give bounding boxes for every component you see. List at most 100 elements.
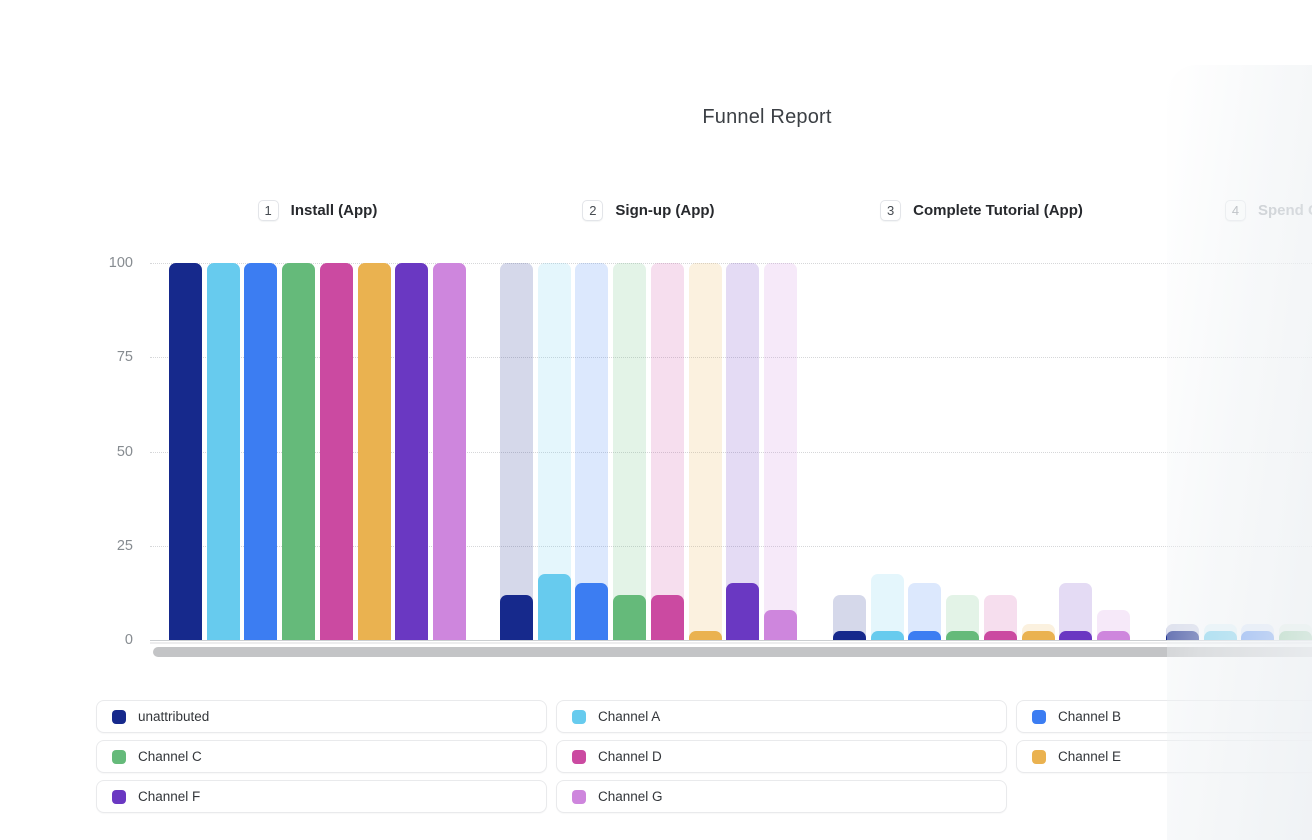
- bar-slot: [320, 263, 353, 640]
- bar-channel-b-stage-3[interactable]: [908, 631, 941, 640]
- bar-channel-e-stage-1[interactable]: [358, 263, 391, 640]
- bar-slot: [1166, 263, 1199, 640]
- y-axis-tick-label: 50: [73, 442, 133, 462]
- bar-slot: [207, 263, 240, 640]
- stage-label: Spend C: [1258, 202, 1312, 219]
- bar-slot: [169, 263, 202, 640]
- bar-unattributed-stage-4[interactable]: [1166, 631, 1199, 640]
- legend-label: unattributed: [138, 709, 209, 724]
- legend-item-channel-a[interactable]: Channel A: [556, 700, 1007, 733]
- bar-channel-c-stage-2[interactable]: [613, 595, 646, 640]
- legend-item-channel-d[interactable]: Channel D: [556, 740, 1007, 773]
- stage-header-4[interactable]: 4 Spend C: [1225, 198, 1312, 222]
- legend-color-swatch: [572, 710, 586, 724]
- bar-channel-c-stage-4[interactable]: [1279, 631, 1312, 640]
- bar-channel-f-stage-2[interactable]: [726, 583, 759, 640]
- stage-header-1[interactable]: 1Install (App): [169, 198, 466, 222]
- bar-channel-d-stage-2[interactable]: [651, 595, 684, 640]
- stage-number-badge: 2: [582, 200, 603, 221]
- bar-slot: [689, 263, 722, 640]
- legend-label: Channel C: [138, 749, 202, 764]
- y-axis-tick-label: 0: [73, 630, 133, 650]
- legend-item-channel-b[interactable]: Channel B: [1016, 700, 1312, 733]
- legend-item-channel-g[interactable]: Channel G: [556, 780, 1007, 813]
- bar-unattributed-stage-3[interactable]: [833, 631, 866, 640]
- bar-slot: [500, 263, 533, 640]
- bar-slot: [946, 263, 979, 640]
- bar-channel-g-stage-3[interactable]: [1097, 631, 1130, 640]
- bar-slot: [244, 263, 277, 640]
- x-axis-line: [150, 640, 1312, 641]
- stage-number-badge: 4: [1225, 200, 1246, 221]
- stage-header-2[interactable]: 2 Sign-up (App): [500, 198, 797, 222]
- bar-slot: [358, 263, 391, 640]
- legend-label: Channel G: [598, 789, 663, 804]
- stage-label: Sign-up (App): [615, 202, 714, 219]
- bar-channel-b-stage-1[interactable]: [244, 263, 277, 640]
- bar-unattributed-stage-2[interactable]: [500, 595, 533, 640]
- bar-bg-unattributed-stage-2: [500, 263, 533, 640]
- bar-channel-b-stage-2[interactable]: [575, 583, 608, 640]
- bar-slot: [833, 263, 866, 640]
- bar-channel-a-stage-4[interactable]: [1204, 631, 1237, 640]
- stage-number-badge: 1: [258, 200, 279, 221]
- y-axis-tick-label: 25: [73, 536, 133, 556]
- legend-color-swatch: [112, 750, 126, 764]
- chart-legend: unattributed Channel A Channel B Channel C C…: [96, 700, 1312, 813]
- legend-color-swatch: [572, 750, 586, 764]
- bar-slot: [1279, 263, 1312, 640]
- bar-slot: [538, 263, 571, 640]
- bar-channel-e-stage-2[interactable]: [689, 631, 722, 640]
- legend-color-swatch: [112, 790, 126, 804]
- bar-slot: [1204, 263, 1237, 640]
- bar-channel-d-stage-3[interactable]: [984, 631, 1017, 640]
- stage-number-badge: 3: [880, 200, 901, 221]
- bar-channel-b-stage-4[interactable]: [1241, 631, 1274, 640]
- y-axis-tick-label: 75: [73, 347, 133, 367]
- legend-label: Channel B: [1058, 709, 1121, 724]
- bar-slot: [575, 263, 608, 640]
- legend-item-channel-f[interactable]: Channel F: [96, 780, 547, 813]
- bar-slot: [395, 263, 428, 640]
- bar-unattributed-stage-1[interactable]: [169, 263, 202, 640]
- y-axis-tick-label: 100: [73, 253, 133, 273]
- bar-channel-g-stage-2[interactable]: [764, 610, 797, 640]
- horizontal-scrollbar-thumb[interactable]: [153, 647, 1312, 657]
- bar-group-stage-4: [1166, 263, 1312, 640]
- bar-slot: [1097, 263, 1130, 640]
- bar-channel-c-stage-1[interactable]: [282, 263, 315, 640]
- bar-bg-channel-d-stage-2: [651, 263, 684, 640]
- bar-bg-channel-g-stage-2: [764, 263, 797, 640]
- legend-item-unattributed[interactable]: unattributed: [96, 700, 547, 733]
- legend-item-channel-c[interactable]: Channel C: [96, 740, 547, 773]
- legend-color-swatch: [572, 790, 586, 804]
- bar-slot: [1241, 263, 1274, 640]
- bar-slot: [984, 263, 1017, 640]
- bar-channel-a-stage-1[interactable]: [207, 263, 240, 640]
- bar-slot: [282, 263, 315, 640]
- bar-bg-channel-e-stage-2: [689, 263, 722, 640]
- bar-channel-d-stage-1[interactable]: [320, 263, 353, 640]
- bar-slot: [908, 263, 941, 640]
- bar-channel-c-stage-3[interactable]: [946, 631, 979, 640]
- funnel-report-page: Funnel Report 02550751001Install (App)2S…: [0, 0, 1312, 840]
- bar-channel-f-stage-3[interactable]: [1059, 631, 1092, 640]
- stage-header-3[interactable]: 3Complete Tutorial (App): [833, 198, 1130, 222]
- legend-color-swatch: [112, 710, 126, 724]
- bar-slot: [433, 263, 466, 640]
- bar-channel-a-stage-2[interactable]: [538, 574, 571, 640]
- bar-slot: [726, 263, 759, 640]
- legend-item-channel-e[interactable]: Channel E: [1016, 740, 1312, 773]
- bar-slot: [613, 263, 646, 640]
- bar-slot: [1059, 263, 1092, 640]
- bar-channel-e-stage-3[interactable]: [1022, 631, 1055, 640]
- bar-channel-g-stage-1[interactable]: [433, 263, 466, 640]
- bar-channel-a-stage-3[interactable]: [871, 631, 904, 640]
- bar-slot: [651, 263, 684, 640]
- bar-slot: [1022, 263, 1055, 640]
- bar-slot: [764, 263, 797, 640]
- legend-color-swatch: [1032, 750, 1046, 764]
- bar-bg-channel-c-stage-2: [613, 263, 646, 640]
- bar-channel-f-stage-1[interactable]: [395, 263, 428, 640]
- bar-group-stage-3: [833, 263, 1130, 640]
